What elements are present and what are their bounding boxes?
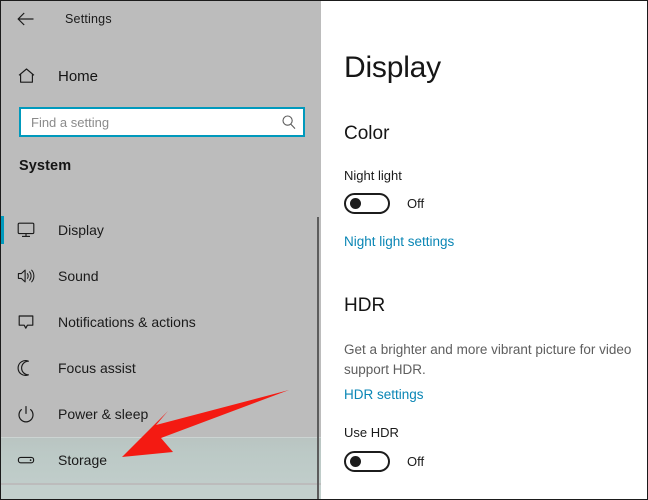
- search-icon[interactable]: [275, 114, 303, 130]
- sidebar-item-label: Notifications & actions: [58, 314, 196, 330]
- hdr-description: Get a brighter and more vibrant picture …: [344, 342, 632, 377]
- selection-accent-bar: [1, 400, 4, 428]
- sidebar-item-label: Sound: [58, 268, 99, 284]
- night-light-toggle-row: Off: [344, 193, 424, 214]
- night-light-toggle[interactable]: [344, 193, 390, 214]
- speaker-icon: [4, 267, 48, 285]
- sidebar-item-label: Power & sleep: [58, 406, 149, 422]
- sidebar-item-focus-assist[interactable]: Focus assist: [1, 345, 321, 391]
- toggle-knob: [350, 198, 361, 209]
- settings-window: Settings Home System: [0, 0, 648, 500]
- sidebar-nav-list: Display Sound Notifications & actions Fo…: [1, 207, 321, 483]
- selection-accent-bar: [1, 354, 4, 382]
- selection-accent-bar: [1, 308, 4, 336]
- monitor-icon: [4, 221, 48, 239]
- night-light-toggle-state: Off: [407, 196, 425, 211]
- search-input[interactable]: [21, 109, 275, 135]
- title-bar: Settings: [1, 1, 321, 37]
- disk-drive-icon: [4, 451, 48, 469]
- sidebar-section-title: System: [19, 158, 72, 174]
- app-title: Settings: [65, 12, 112, 26]
- home-label: Home: [58, 67, 99, 85]
- sidebar-scrollbar[interactable]: [315, 1, 321, 499]
- night-light-label: Night light: [344, 168, 402, 183]
- sidebar-item-sound[interactable]: Sound: [1, 253, 321, 299]
- sidebar-item-storage[interactable]: Storage: [1, 437, 321, 483]
- toggle-knob: [350, 456, 361, 467]
- sidebar-item-label: Storage: [58, 452, 108, 468]
- sidebar-bottom-strip: [1, 485, 321, 499]
- back-button[interactable]: [3, 3, 47, 35]
- chat-bubble-icon: [4, 313, 48, 331]
- sidebar-item-label: Display: [58, 222, 104, 238]
- sidebar-item-notifications[interactable]: Notifications & actions: [1, 299, 321, 345]
- use-hdr-toggle-state: Off: [407, 454, 425, 469]
- sidebar-scrollbar-thumb[interactable]: [317, 217, 319, 499]
- home-icon: [4, 67, 48, 85]
- power-icon: [4, 405, 48, 423]
- color-section-heading: Color: [344, 123, 390, 144]
- hdr-settings-link[interactable]: HDR settings: [344, 387, 424, 402]
- selection-accent-bar: [1, 262, 4, 290]
- sidebar-item-label: Focus assist: [58, 360, 136, 376]
- sidebar-item-home[interactable]: Home: [1, 61, 321, 91]
- page-title: Display: [344, 51, 441, 84]
- hdr-section-heading: HDR: [344, 295, 386, 316]
- use-hdr-toggle[interactable]: [344, 451, 390, 472]
- selection-accent-bar: [1, 446, 4, 474]
- back-arrow-icon: [16, 12, 34, 26]
- moon-icon: [4, 359, 48, 377]
- search-box[interactable]: [19, 107, 305, 137]
- sidebar-item-display[interactable]: Display: [1, 207, 321, 253]
- sidebar-item-power-sleep[interactable]: Power & sleep: [1, 391, 321, 437]
- use-hdr-label: Use HDR: [344, 425, 399, 440]
- night-light-settings-link[interactable]: Night light settings: [344, 234, 454, 249]
- content-pane: Display Color Night light Off Night ligh…: [322, 1, 647, 499]
- selection-accent-bar: [1, 216, 4, 244]
- use-hdr-toggle-row: Off: [344, 451, 424, 472]
- sidebar: Settings Home System: [1, 1, 321, 499]
